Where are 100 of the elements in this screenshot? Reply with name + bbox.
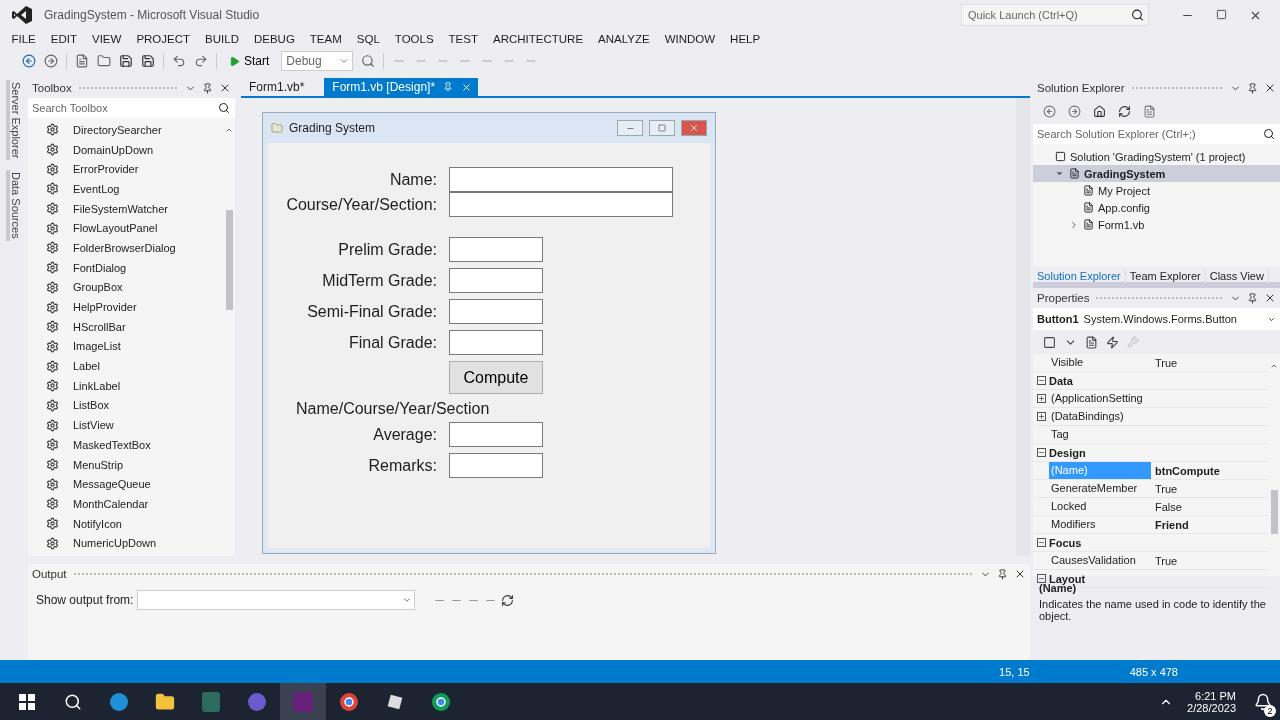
- menu-item[interactable]: VIEW: [84, 30, 129, 48]
- new-project-icon[interactable]: [75, 54, 89, 68]
- collapse-icon[interactable]: [1036, 376, 1046, 385]
- property-name[interactable]: CausesValidation: [1049, 552, 1151, 569]
- tree-item[interactable]: App.config: [1033, 199, 1280, 216]
- toolbox-item[interactable]: MenuStrip: [28, 454, 223, 475]
- side-tab[interactable]: Data Sources: [6, 170, 22, 242]
- toolbox-item[interactable]: FontDialog: [28, 257, 223, 278]
- property-name[interactable]: Modifiers: [1049, 516, 1151, 533]
- editor-tab[interactable]: Form1.vb [Design]*: [324, 78, 479, 96]
- forward-icon[interactable]: [1068, 104, 1081, 118]
- open-icon[interactable]: [97, 54, 111, 68]
- toolbox-item[interactable]: HScrollBar: [28, 316, 223, 337]
- menu-item[interactable]: ANALYZE: [590, 30, 658, 48]
- pin-icon[interactable]: [997, 568, 1008, 580]
- events-icon[interactable]: [1106, 335, 1119, 349]
- panel-tab[interactable]: Class View: [1205, 268, 1269, 284]
- tree-item[interactable]: GradingSystem: [1033, 165, 1280, 182]
- object-selector[interactable]: Button1 System.Windows.Forms.Button: [1033, 308, 1280, 330]
- text-field[interactable]: [449, 299, 543, 324]
- text-field[interactable]: [449, 422, 543, 447]
- menu-item[interactable]: WINDOW: [657, 30, 723, 48]
- find-icon[interactable]: [361, 54, 376, 68]
- close-icon[interactable]: [1014, 568, 1026, 580]
- text-field[interactable]: [449, 453, 543, 478]
- text-field[interactable]: [449, 192, 673, 217]
- toolbox-item[interactable]: DomainUpDown: [28, 139, 223, 160]
- save-all-icon[interactable]: [141, 54, 155, 68]
- back-icon[interactable]: [1043, 104, 1056, 118]
- expand-icon[interactable]: [1036, 412, 1046, 421]
- toolbox-item[interactable]: NotifyIcon: [28, 513, 223, 534]
- toolbox-item[interactable]: ImageList: [28, 336, 223, 357]
- property-name[interactable]: (DataBindings): [1049, 408, 1151, 425]
- menu-item[interactable]: FILE: [4, 30, 44, 48]
- tree-item[interactable]: My Project: [1033, 182, 1280, 199]
- text-field[interactable]: [449, 268, 543, 293]
- refresh-icon[interactable]: [1118, 104, 1131, 118]
- toolbox-item[interactable]: MessageQueue: [28, 474, 223, 495]
- editor-tab[interactable]: Form1.vb*: [241, 78, 311, 96]
- tree-item[interactable]: Form1.vb: [1033, 216, 1280, 233]
- toolbox-item[interactable]: ListView: [28, 415, 223, 435]
- undo-icon[interactable]: [172, 54, 186, 68]
- collapse-icon[interactable]: [1036, 538, 1046, 547]
- scrollbar-thumb[interactable]: [225, 210, 233, 310]
- configuration-dropdown[interactable]: Debug: [281, 51, 354, 71]
- toolbox-item[interactable]: EventLog: [28, 179, 223, 199]
- toolbox-item[interactable]: ListBox: [28, 395, 223, 416]
- scroll-up-icon[interactable]: [1270, 362, 1278, 370]
- compute-button[interactable]: Compute: [449, 361, 543, 394]
- property-name[interactable]: Visible: [1049, 354, 1151, 371]
- toolbox-item[interactable]: FlowLayoutPanel: [28, 218, 223, 239]
- menu-item[interactable]: DEBUG: [246, 30, 303, 48]
- panel-tab[interactable]: Solution Explorer: [1033, 268, 1126, 284]
- categorized-icon[interactable]: [1043, 335, 1056, 349]
- tree-item[interactable]: Solution 'GradingSystem' (1 project): [1033, 148, 1280, 165]
- start-button[interactable]: Start: [225, 54, 274, 68]
- toolbox-item[interactable]: LinkLabel: [28, 375, 223, 396]
- toolbox-item[interactable]: ErrorProvider: [28, 159, 223, 180]
- close-icon[interactable]: [1264, 82, 1276, 94]
- home-icon[interactable]: [1093, 104, 1106, 118]
- toolbox-item[interactable]: MaskedTextBox: [28, 435, 223, 455]
- text-field[interactable]: [449, 237, 543, 262]
- close-icon[interactable]: [219, 82, 231, 94]
- toolbox-item[interactable]: NumericUpDown: [28, 533, 223, 554]
- text-field[interactable]: [449, 167, 673, 192]
- search-field[interactable]: Search Solution Explorer (Ctrl+;): [1033, 124, 1280, 144]
- menu-item[interactable]: EDIT: [43, 30, 85, 48]
- pin-icon[interactable]: [1247, 292, 1258, 304]
- toolbox-item[interactable]: MonthCalendar: [28, 494, 223, 514]
- property-name[interactable]: (ApplicationSetting: [1049, 390, 1151, 407]
- panel-tab[interactable]: Team Explorer: [1125, 268, 1206, 284]
- side-tab[interactable]: Server Explorer: [6, 80, 22, 161]
- menu-item[interactable]: ARCHITECTURE: [485, 30, 591, 48]
- search-field[interactable]: Search Toolbox: [28, 98, 235, 118]
- forward-icon[interactable]: [44, 54, 58, 68]
- toolbox-item[interactable]: DirectorySearcher: [28, 120, 223, 140]
- word-wrap-icon[interactable]: [501, 593, 515, 607]
- properties-icon[interactable]: [1085, 335, 1098, 349]
- text-field[interactable]: [449, 330, 543, 355]
- redo-icon[interactable]: [194, 54, 208, 68]
- show-files-icon[interactable]: [1143, 104, 1156, 118]
- collapse-icon[interactable]: [1036, 448, 1046, 457]
- menu-item[interactable]: TEST: [441, 30, 486, 48]
- save-icon[interactable]: [119, 54, 133, 68]
- scrollbar-thumb[interactable]: [1270, 490, 1278, 534]
- menu-item[interactable]: PROJECT: [128, 30, 198, 48]
- quick-launch-field[interactable]: Quick Launch (Ctrl+Q): [961, 4, 1149, 26]
- menu-item[interactable]: SQL: [349, 30, 388, 48]
- back-icon[interactable]: [22, 54, 36, 68]
- close-icon[interactable]: [1264, 292, 1276, 304]
- scroll-up-icon[interactable]: [225, 126, 233, 134]
- toolbox-item[interactable]: HelpProvider: [28, 297, 223, 317]
- menu-item[interactable]: TOOLS: [387, 30, 442, 48]
- collapse-icon[interactable]: [1036, 574, 1046, 583]
- property-name[interactable]: Tag: [1049, 426, 1151, 443]
- toolbox-item[interactable]: GroupBox: [28, 277, 223, 298]
- pin-icon[interactable]: [202, 82, 213, 94]
- menu-item[interactable]: BUILD: [197, 30, 247, 48]
- pin-icon[interactable]: [1247, 82, 1258, 94]
- property-name[interactable]: Locked: [1049, 498, 1151, 515]
